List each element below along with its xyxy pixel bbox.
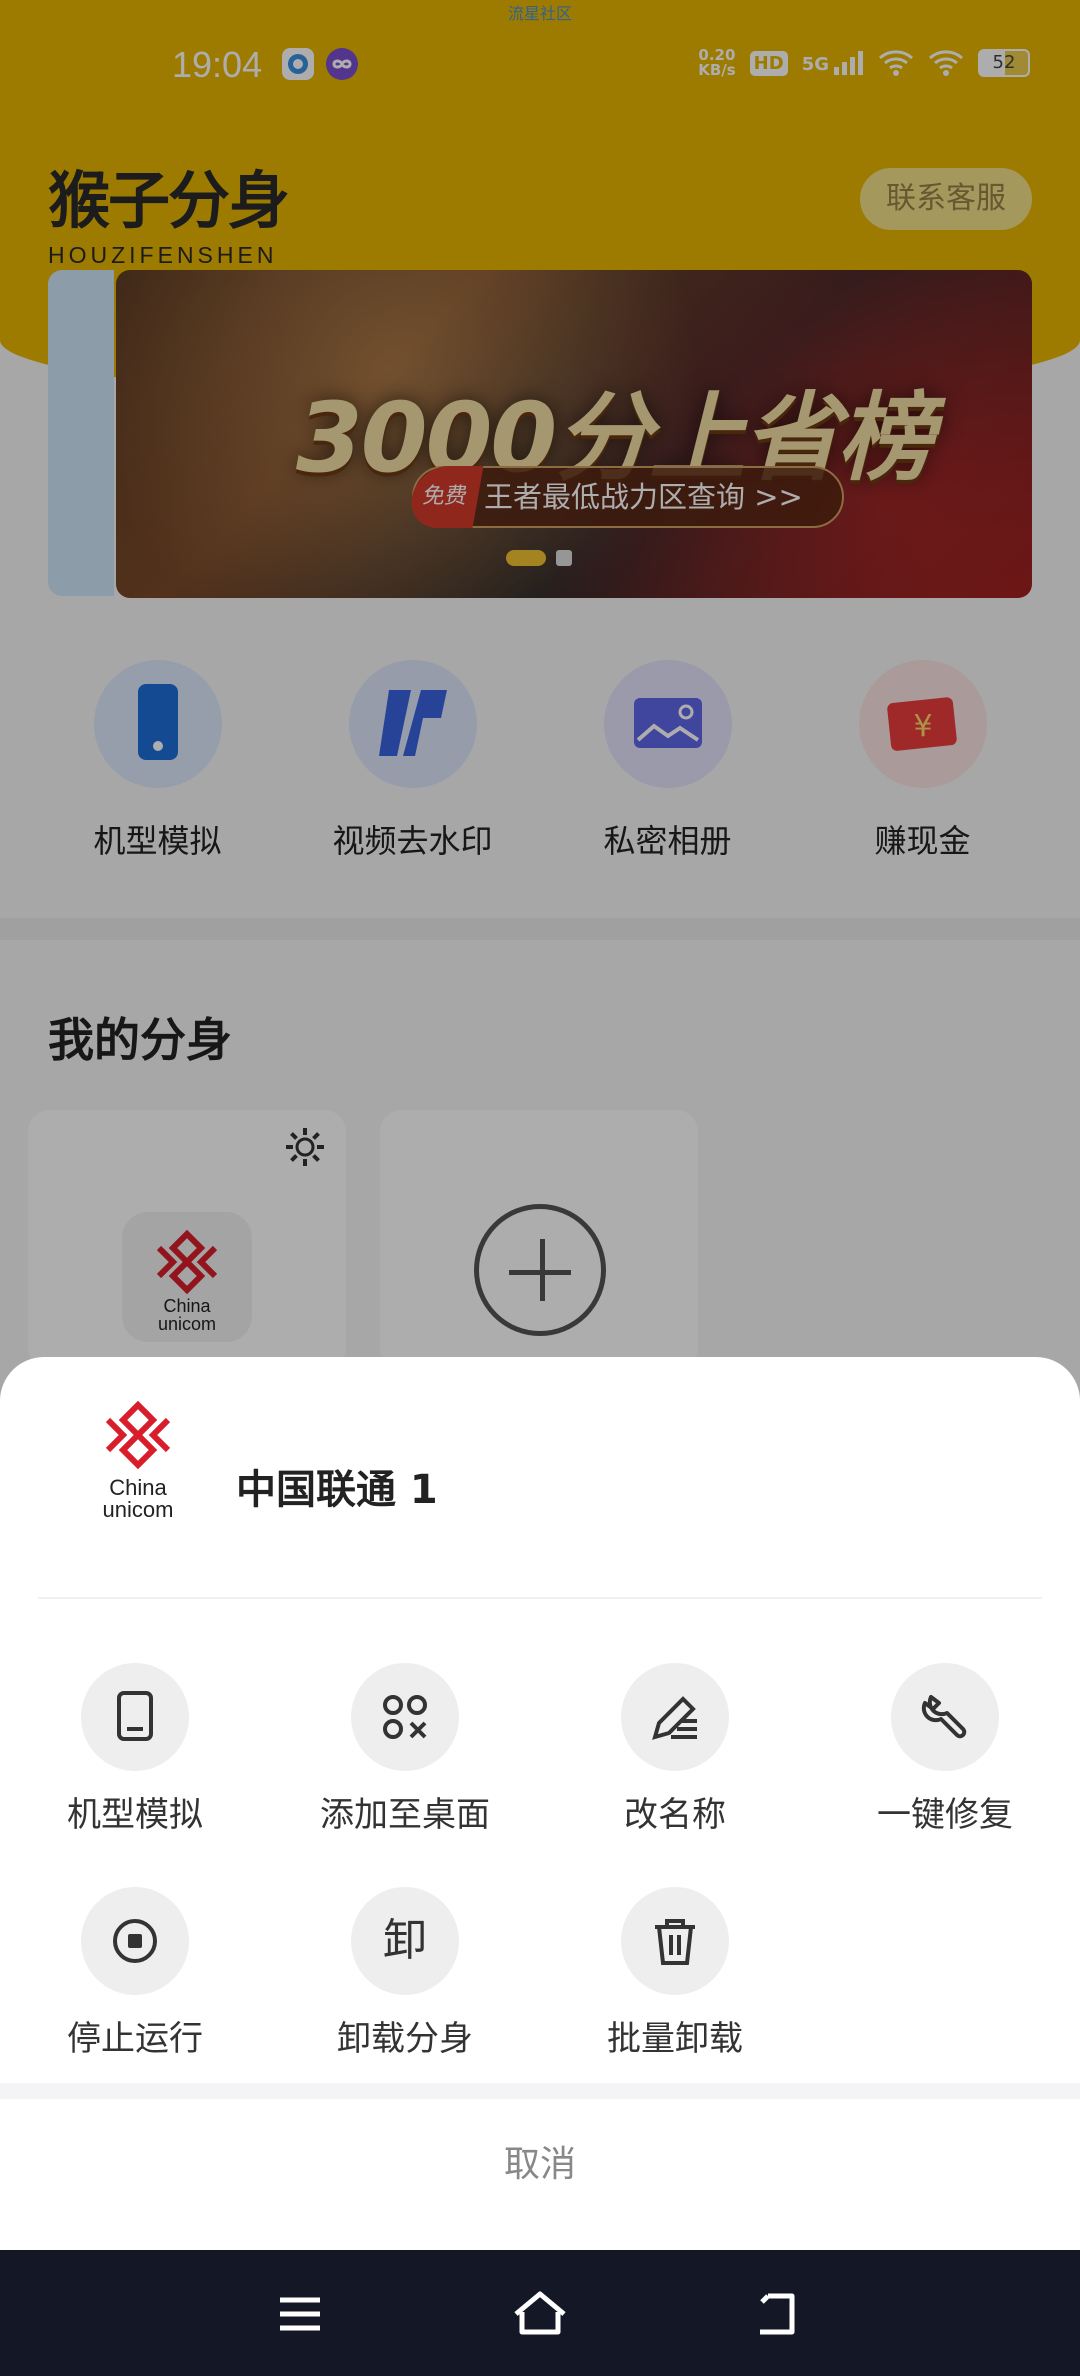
home-icon[interactable]: [508, 2282, 572, 2346]
action-rename[interactable]: 改名称: [540, 1663, 810, 1836]
action-add-to-desktop[interactable]: 添加至桌面: [270, 1663, 540, 1836]
action-device-simulation[interactable]: 机型模拟: [0, 1663, 270, 1836]
sheet-app-logo: China unicom: [38, 1397, 238, 1527]
menu-icon[interactable]: [268, 2282, 332, 2346]
back-icon[interactable]: [748, 2282, 812, 2346]
wrench-icon: [891, 1663, 999, 1771]
stop-icon: [81, 1887, 189, 1995]
uninstall-icon: 卸: [351, 1887, 459, 1995]
trash-icon: [621, 1887, 729, 1995]
add-desktop-icon: [351, 1663, 459, 1771]
app-screen: 流星社区 19:04 0.20 KB/s HD 5G 52 猴子分身 HOUZI…: [0, 0, 1080, 2376]
sheet-divider: [38, 1597, 1042, 1599]
system-nav-bar: [0, 2250, 1080, 2376]
tablet-icon: [81, 1663, 189, 1771]
cancel-button[interactable]: 取消: [0, 2100, 1080, 2250]
svg-text:unicom: unicom: [103, 1497, 174, 1522]
svg-text:卸: 卸: [383, 1915, 427, 1966]
action-stop-running[interactable]: 停止运行: [0, 1887, 270, 2060]
action-uninstall-clone[interactable]: 卸 卸载分身: [270, 1887, 540, 2060]
action-one-click-repair[interactable]: 一键修复: [810, 1663, 1080, 1836]
action-batch-uninstall[interactable]: 批量卸载: [540, 1887, 810, 2060]
cancel-divider: [0, 2083, 1080, 2099]
sheet-app-name: 中国联通 1: [236, 1467, 438, 1513]
rename-icon: [621, 1663, 729, 1771]
